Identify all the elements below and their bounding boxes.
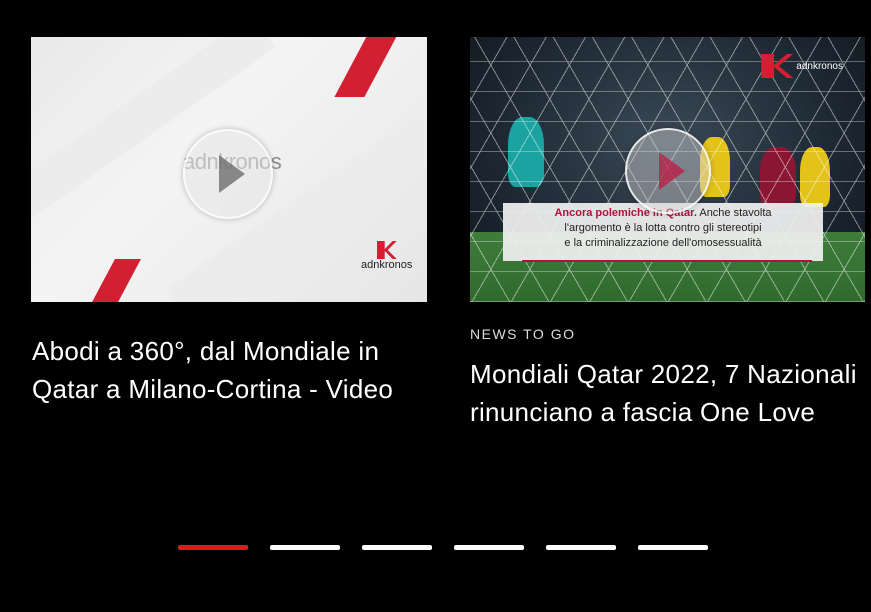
pagination-dot-4[interactable]: [454, 545, 524, 550]
pagination-dot-5[interactable]: [546, 545, 616, 550]
pagination-dot-3[interactable]: [362, 545, 432, 550]
adnkronos-k-icon: [761, 54, 794, 78]
pagination-dot-2[interactable]: [270, 545, 340, 550]
red-accent-bar: [334, 37, 402, 97]
adnkronos-k-icon: [376, 241, 397, 259]
pagination-dot-1[interactable]: [178, 545, 248, 550]
brand-logo: adnkronos: [361, 241, 412, 271]
carousel-pagination: [178, 545, 708, 550]
video-card-1[interactable]: adnkronos adnkronos: [31, 37, 427, 302]
video-thumbnail-2[interactable]: adnkronos Ancora polemiche in Qatar. Anc…: [470, 37, 865, 302]
play-icon[interactable]: [625, 128, 711, 214]
video-card-2[interactable]: adnkronos Ancora polemiche in Qatar. Anc…: [470, 37, 865, 302]
caption-text: e la criminalizzazione dell'omosessualit…: [564, 237, 762, 249]
pagination-dot-6[interactable]: [638, 545, 708, 550]
play-icon[interactable]: [183, 129, 273, 219]
brand-logo-text: adnkronos: [361, 259, 413, 271]
video-title-2[interactable]: Mondiali Qatar 2022, 7 Nazionali rinunci…: [470, 355, 860, 431]
video-thumbnail-1[interactable]: adnkronos adnkronos: [31, 37, 427, 302]
brand-logo-text: adnkronos: [796, 60, 843, 72]
caption-text: Anche stavolta: [696, 207, 772, 219]
brand-logo: adnkronos: [761, 54, 843, 78]
video-title-1[interactable]: Abodi a 360°, dal Mondiale in Qatar a Mi…: [32, 332, 432, 408]
caption-text: l'argomento è la lotta contro gli stereo…: [564, 222, 762, 234]
caption-underline: [522, 260, 812, 262]
category-kicker: NEWS TO GO: [470, 326, 576, 342]
red-accent-bar: [83, 259, 141, 302]
